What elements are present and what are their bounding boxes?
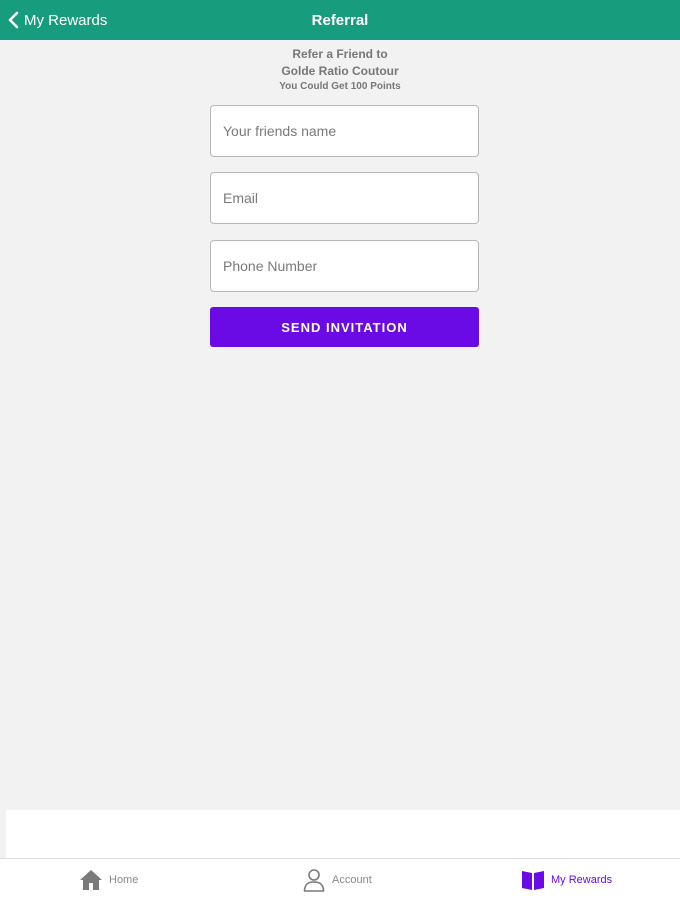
- bottom-tab-bar: Home Account My Rewards: [0, 858, 680, 900]
- tab-account-label: Account: [332, 874, 372, 886]
- intro-line-1: Refer a Friend to: [292, 47, 388, 61]
- referral-intro: Refer a Friend to Golde Ratio Coutour Yo…: [0, 46, 680, 94]
- bottom-panel: [6, 810, 680, 858]
- back-button-label: My Rewards: [24, 11, 108, 29]
- chevron-left-icon: [8, 11, 19, 29]
- top-navigation-bar: My Rewards Referral: [0, 0, 680, 40]
- tab-my-rewards-label: My Rewards: [551, 874, 613, 886]
- friend-name-input[interactable]: [210, 105, 479, 157]
- home-icon: [80, 870, 102, 890]
- phone-number-input[interactable]: [210, 240, 479, 292]
- tab-home-label: Home: [109, 874, 139, 886]
- send-invitation-button[interactable]: SEND INVITATION: [210, 307, 479, 347]
- email-input[interactable]: [210, 172, 479, 224]
- book-icon: [522, 871, 544, 890]
- tab-home[interactable]: Home: [79, 859, 138, 900]
- tab-my-rewards[interactable]: My Rewards: [521, 859, 612, 900]
- tab-account[interactable]: Account: [302, 859, 372, 900]
- back-button[interactable]: My Rewards: [6, 0, 107, 40]
- person-icon: [303, 869, 325, 892]
- intro-points-line: You Could Get 100 Points: [279, 81, 401, 92]
- intro-line-2: Golde Ratio Coutour: [281, 64, 399, 78]
